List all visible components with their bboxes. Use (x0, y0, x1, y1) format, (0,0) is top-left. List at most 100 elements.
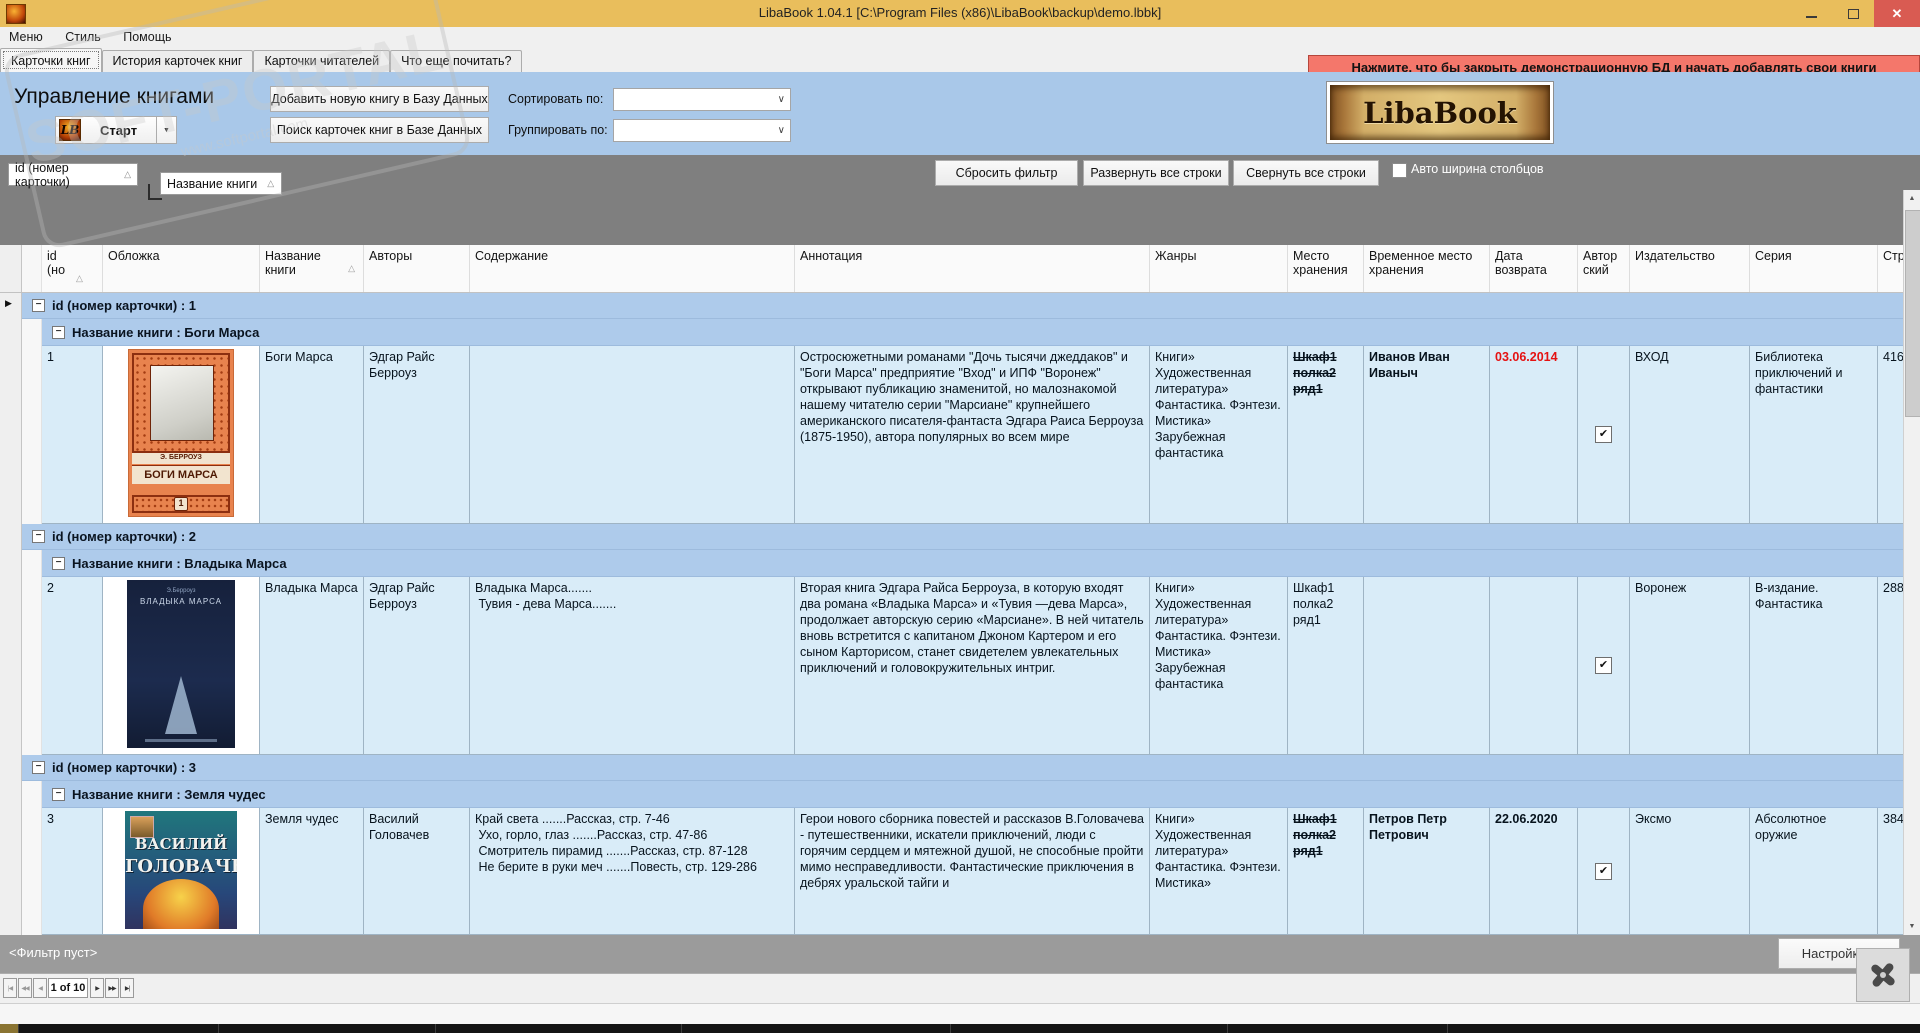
column-header-title[interactable]: Название книги △ (260, 245, 364, 292)
cell-series[interactable]: Абсолютное оружие (1750, 808, 1878, 935)
expand-all-button[interactable]: Развернуть все строки (1083, 160, 1229, 186)
pager-prev-page-button[interactable]: ◀◀ (18, 978, 32, 998)
column-header-location[interactable]: Место хранения (1288, 245, 1364, 292)
pager-next-button[interactable]: ▶ (90, 978, 104, 998)
vertical-scrollbar[interactable]: ▲ ▼ (1903, 190, 1920, 935)
group-field-title[interactable]: Название книги △ (160, 172, 282, 195)
collapse-icon[interactable]: − (52, 787, 65, 801)
search-cards-button[interactable]: Поиск карточек книг в Базе Данных (270, 117, 489, 143)
column-header-author-mark[interactable]: Автор ский (1578, 245, 1630, 292)
group-row-level1[interactable]: − id (номер карточки) : 2 (0, 524, 1903, 550)
cell-title[interactable]: Владыка Марса (260, 577, 364, 755)
group-row-level2[interactable]: − Название книги : Владыка Марса (0, 550, 1903, 577)
pager-first-button[interactable]: |◀ (3, 978, 17, 998)
cell-temp-location[interactable]: Петров Петр Петрович (1364, 808, 1490, 935)
tab-what-to-read[interactable]: Что еще почитать? (390, 50, 523, 72)
cell-series[interactable]: В-издание. Фантастика (1750, 577, 1878, 755)
collapse-icon[interactable]: − (52, 556, 65, 570)
cell-temp-location[interactable]: Иванов Иван Иваныч (1364, 346, 1490, 524)
cell-pages[interactable]: 384 (1878, 808, 1903, 935)
cell-authors[interactable]: Василий Головачев (364, 808, 470, 935)
tab-reader-cards[interactable]: Карточки читателей (253, 50, 391, 72)
start-dropdown-arrow[interactable]: ▼ (156, 117, 176, 143)
column-header-genres[interactable]: Жанры (1150, 245, 1288, 292)
reset-filter-button[interactable]: Сбросить фильтр (935, 160, 1078, 186)
cell-series[interactable]: Библиотека приключений и фантастики (1750, 346, 1878, 524)
collapse-all-button[interactable]: Свернуть все строки (1233, 160, 1379, 186)
column-header-id[interactable]: id (но △ (42, 245, 103, 292)
sort-by-select[interactable]: ∨ (613, 88, 791, 111)
group-by-select[interactable]: ∨ (613, 119, 791, 142)
menu-item-help[interactable]: Помощь (114, 27, 180, 44)
group-row-level1[interactable]: ▶ − id (номер карточки) : 1 (0, 293, 1903, 319)
tab-card-history[interactable]: История карточек книг (101, 50, 254, 72)
vertical-scrollbar-thumb[interactable] (1905, 210, 1920, 417)
cell-contents[interactable]: Край света .......Рассказ, стр. 7-46 Ухо… (470, 808, 795, 935)
collapse-icon[interactable]: − (32, 761, 45, 774)
menu-item-style[interactable]: Стиль (56, 27, 110, 44)
cell-title[interactable]: Земля чудес (260, 808, 364, 935)
tab-book-cards[interactable]: Карточки книг (0, 48, 102, 72)
cell-return-date[interactable] (1490, 577, 1578, 755)
cell-contents[interactable] (470, 346, 795, 524)
cell-author-mark[interactable]: ✔ (1578, 577, 1630, 755)
cell-id[interactable]: 3 (42, 808, 103, 935)
column-header-return-date[interactable]: Дата возврата (1490, 245, 1578, 292)
menu-item-menu[interactable]: Меню (0, 27, 52, 44)
cell-id[interactable]: 1 (42, 346, 103, 524)
cell-location[interactable]: Шкаф1 полка2 ряд1 (1288, 808, 1364, 935)
column-header-publisher[interactable]: Издательство (1630, 245, 1750, 292)
cell-author-mark[interactable]: ✔ (1578, 808, 1630, 935)
column-header-pages[interactable]: Стр (1878, 245, 1903, 292)
pager-next-page-button[interactable]: ▶▶ (105, 978, 119, 998)
close-button[interactable]: ✕ (1874, 0, 1920, 27)
cell-publisher[interactable]: Эксмо (1630, 808, 1750, 935)
cell-location[interactable]: Шкаф1 полка2 ряд1 (1288, 577, 1364, 755)
cell-cover[interactable]: Э.Берроуз ВЛАДЫКА МАРСА (103, 577, 260, 755)
cell-pages[interactable]: 416 (1878, 346, 1903, 524)
cell-contents[interactable]: Владыка Марса....... Тувия - дева Марса.… (470, 577, 795, 755)
collapse-icon[interactable]: − (32, 299, 45, 312)
column-header-series[interactable]: Серия (1750, 245, 1878, 292)
cell-pages[interactable]: 288 (1878, 577, 1903, 755)
checkbox-checked-icon[interactable]: ✔ (1595, 862, 1612, 880)
pager-prev-button[interactable]: ◀ (33, 978, 47, 998)
cell-annotation[interactable]: Герои нового сборника повестей и рассказ… (795, 808, 1150, 935)
group-row-level2[interactable]: − Название книги : Земля чудес (0, 781, 1903, 808)
cell-publisher[interactable]: Воронеж (1630, 577, 1750, 755)
cell-genres[interactable]: Книги» Художественная литература» Фантас… (1150, 346, 1288, 524)
start-button[interactable]: LB Старт ▼ (55, 116, 177, 144)
cell-author-mark[interactable]: ✔ (1578, 346, 1630, 524)
restore-button[interactable] (1832, 0, 1874, 27)
scroll-up-icon[interactable]: ▲ (1904, 190, 1920, 207)
cell-id[interactable]: 2 (42, 577, 103, 755)
column-header-contents[interactable]: Содержание (470, 245, 795, 292)
minimize-button[interactable] (1790, 0, 1832, 27)
cell-return-date[interactable]: 03.06.2014 (1490, 346, 1578, 524)
column-header-authors[interactable]: Авторы (364, 245, 470, 292)
column-header-cover[interactable]: Обложка (103, 245, 260, 292)
cell-title[interactable]: Боги Марса (260, 346, 364, 524)
cell-cover[interactable]: ВАСИЛИЙ ГОЛОВАЧЕВ (103, 808, 260, 935)
group-row-level2[interactable]: − Название книги : Боги Марса (0, 319, 1903, 346)
group-row-level1[interactable]: − id (номер карточки) : 3 (0, 755, 1903, 781)
cell-annotation[interactable]: Вторая книга Эдгара Райса Берроуза, в ко… (795, 577, 1150, 755)
pager-last-button[interactable]: ▶| (120, 978, 134, 998)
cell-publisher[interactable]: ВХОД (1630, 346, 1750, 524)
group-field-id[interactable]: id (номер карточки) △ (8, 161, 138, 189)
column-header-annotation[interactable]: Аннотация (795, 245, 1150, 292)
collapse-icon[interactable]: − (32, 530, 45, 543)
cell-return-date[interactable]: 22.06.2020 (1490, 808, 1578, 935)
checkbox-checked-icon[interactable]: ✔ (1595, 657, 1612, 674)
auto-width-checkbox[interactable] (1392, 163, 1407, 178)
cell-genres[interactable]: Книги» Художественная литература» Фантас… (1150, 808, 1288, 935)
cell-cover[interactable]: Э. БЕРРОУЗ БОГИ МАРСА 1 (103, 346, 260, 524)
add-book-button[interactable]: Добавить новую книгу в Базу Данных (270, 86, 489, 112)
cell-genres[interactable]: Книги» Художественная литература» Фантас… (1150, 577, 1288, 755)
scroll-down-icon[interactable]: ▼ (1904, 918, 1920, 935)
cell-annotation[interactable]: Остросюжетными романами "Дочь тысячи дже… (795, 346, 1150, 524)
cell-temp-location[interactable] (1364, 577, 1490, 755)
column-header-temp-location[interactable]: Временное место хранения (1364, 245, 1490, 292)
cell-authors[interactable]: Эдгар Райс Берроуз (364, 346, 470, 524)
settings-gear-icon[interactable] (1856, 948, 1910, 1002)
